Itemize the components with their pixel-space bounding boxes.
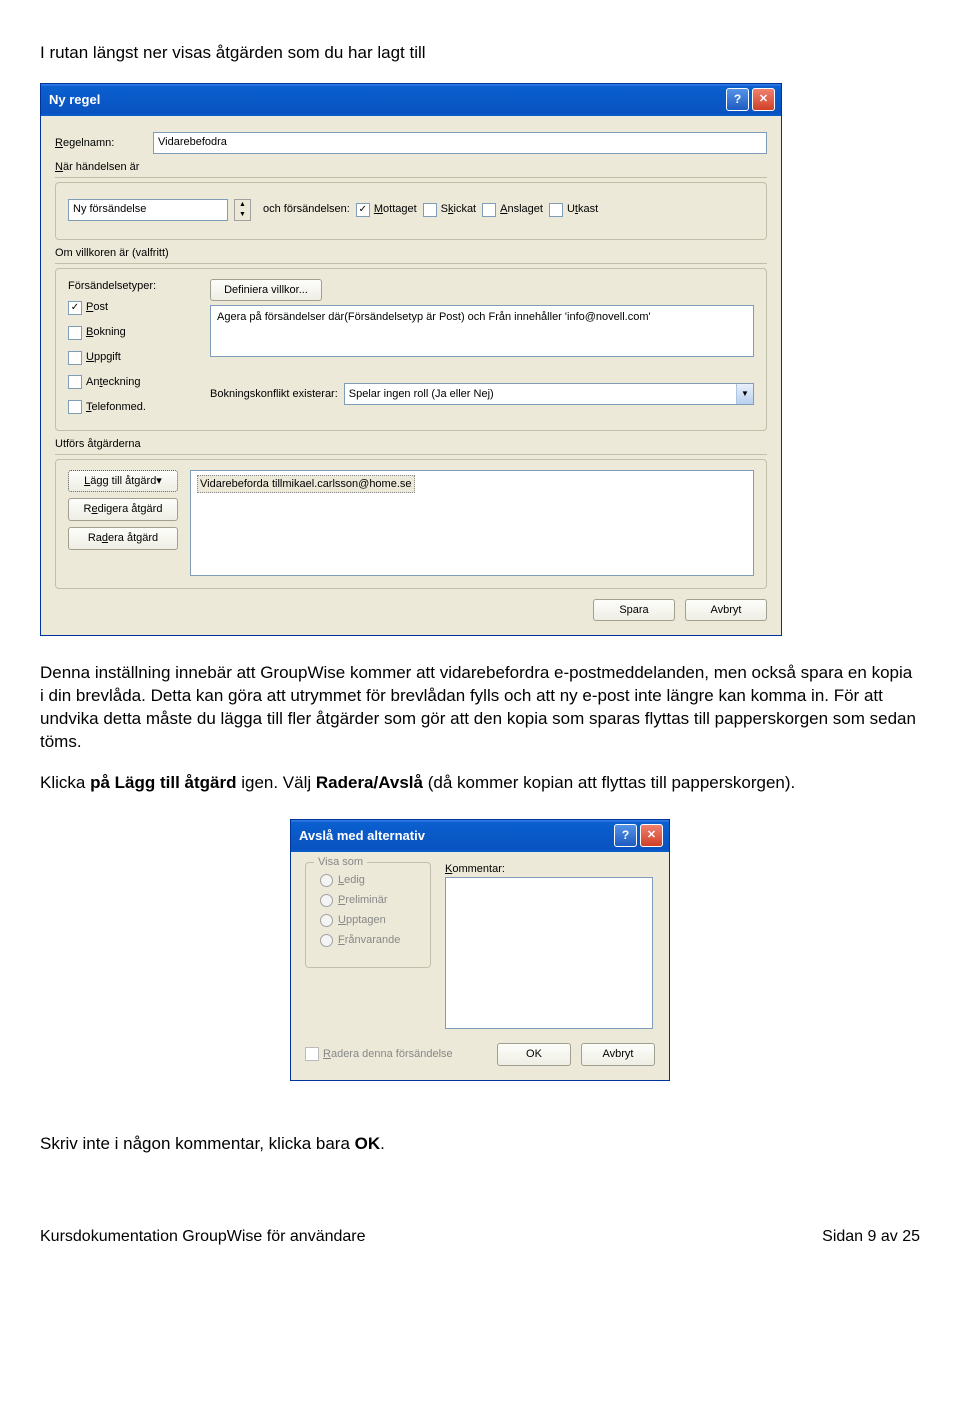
dialog-ny-regel: Ny regel Regelnamn: Vidarebefodra När hä…: [40, 83, 782, 636]
dialog-title: Ny regel: [49, 91, 723, 109]
dialog-title: Avslå med alternativ: [299, 827, 611, 845]
define-conditions-button[interactable]: Definiera villkor...: [210, 279, 322, 302]
checkbox-utkast[interactable]: [549, 203, 563, 217]
cancel-button[interactable]: Avbryt: [581, 1043, 655, 1066]
section-when-header: När händelsen är: [55, 160, 767, 178]
label-post: Post: [86, 300, 108, 315]
save-button[interactable]: Spara: [593, 599, 675, 622]
label-skickat: Skickat: [441, 202, 476, 217]
footer-left: Kursdokumentation GroupWise för användar…: [40, 1226, 366, 1248]
titlebar[interactable]: Avslå med alternativ: [291, 820, 669, 852]
legend-visa-som: Visa som: [314, 855, 367, 870]
checkbox-telefonmed[interactable]: [68, 400, 82, 414]
label-bokning: Bokning: [86, 325, 126, 340]
delete-action-button[interactable]: Radera åtgärd: [68, 527, 178, 550]
input-regelnamn[interactable]: Vidarebefodra: [153, 132, 767, 154]
label-telefonmed: Telefonmed.: [86, 400, 146, 415]
intro-text: I rutan längst ner visas åtgärden som du…: [40, 42, 920, 65]
label-uppgift: Uppgift: [86, 350, 121, 365]
radio-ledig[interactable]: [320, 874, 333, 887]
label-anslaget: Anslaget: [500, 202, 543, 217]
radio-prelim[interactable]: [320, 894, 333, 907]
list-item[interactable]: Vidarebeforda tillmikael.carlsson@home.s…: [197, 475, 415, 494]
ok-button[interactable]: OK: [497, 1043, 571, 1066]
label-forstyper: Försändelsetyper:: [68, 279, 198, 294]
checkbox-skickat[interactable]: [423, 203, 437, 217]
radio-franv[interactable]: [320, 934, 333, 947]
section-actions-header: Utförs åtgärderna: [55, 437, 767, 455]
chevron-down-icon[interactable]: ▼: [736, 384, 753, 404]
label-prelim: Preliminär: [338, 893, 388, 908]
checkbox-uppgift[interactable]: [68, 351, 82, 365]
label-konflikt: Bokningskonflikt existerar:: [210, 387, 338, 402]
close-icon[interactable]: [752, 88, 775, 111]
titlebar[interactable]: Ny regel: [41, 84, 781, 116]
help-icon[interactable]: [726, 88, 749, 111]
checkbox-mottaget[interactable]: ✓: [356, 203, 370, 217]
radio-upptagen[interactable]: [320, 914, 333, 927]
body-para-3: Skriv inte i någon kommentar, klicka bar…: [40, 1133, 920, 1156]
body-para-2: Klicka på Lägg till åtgärd igen. Välj Ra…: [40, 772, 920, 795]
checkbox-anteckning[interactable]: [68, 375, 82, 389]
label-kommentar: Kommentar:: [445, 862, 653, 877]
label-utkast: Utkast: [567, 202, 598, 217]
checkbox-anslaget[interactable]: [482, 203, 496, 217]
combo-konflikt-value: Spelar ingen roll (Ja eller Nej): [345, 387, 736, 402]
footer-right: Sidan 9 av 25: [822, 1226, 920, 1248]
checkbox-bokning[interactable]: [68, 326, 82, 340]
edit-action-button[interactable]: Redigera åtgärd: [68, 498, 178, 521]
label-ledig: Ledig: [338, 873, 365, 888]
section-conditions-header: Om villkoren är (valfritt): [55, 246, 767, 264]
help-icon[interactable]: [614, 824, 637, 847]
label-upptagen: Upptagen: [338, 913, 386, 928]
event-spinner[interactable]: ▲▼: [234, 199, 251, 221]
label-ochfors: och försändelsen:: [263, 202, 350, 217]
dialog-avsla: Avslå med alternativ Visa som Ledig Prel…: [290, 819, 670, 1081]
label-regelnamn: Regelnamn:: [55, 136, 147, 151]
conditions-text[interactable]: Agera på försändelser där(Försändelsetyp…: [210, 305, 754, 357]
label-franv: Frånvarande: [338, 933, 400, 948]
checkbox-radera[interactable]: [305, 1047, 319, 1061]
add-action-button[interactable]: Lägg till åtgärd▾: [68, 470, 178, 493]
label-mottaget: Mottaget: [374, 202, 417, 217]
input-kommentar[interactable]: [445, 877, 653, 1029]
close-icon[interactable]: [640, 824, 663, 847]
combo-event[interactable]: Ny försändelse: [68, 199, 228, 221]
combo-konflikt[interactable]: Spelar ingen roll (Ja eller Nej) ▼: [344, 383, 754, 405]
checkbox-post[interactable]: ✓: [68, 301, 82, 315]
actions-list[interactable]: Vidarebeforda tillmikael.carlsson@home.s…: [190, 470, 754, 576]
cancel-button[interactable]: Avbryt: [685, 599, 767, 622]
label-anteckning: Anteckning: [86, 375, 140, 390]
body-para-1: Denna inställning innebär att GroupWise …: [40, 662, 920, 754]
label-radera: Radera denna försändelse: [323, 1047, 453, 1062]
